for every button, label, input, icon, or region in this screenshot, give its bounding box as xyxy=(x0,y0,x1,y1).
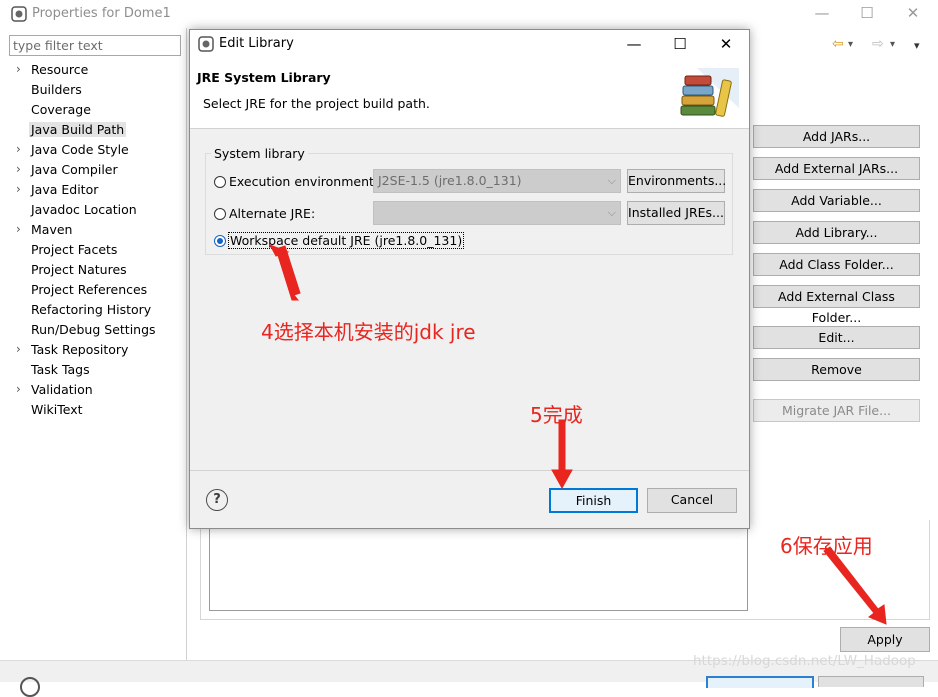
add-class-folder-button[interactable]: Add Class Folder... xyxy=(753,253,920,276)
workspace-default-jre-label[interactable]: Workspace default JRE (jre1.8.0_131) xyxy=(228,232,465,249)
environments-button[interactable]: Environments... xyxy=(627,169,726,193)
annotation-step5: 5完成 xyxy=(530,403,583,427)
nav-item-refactoring-history[interactable]: Refactoring History xyxy=(0,300,186,320)
history-nav: ⇦ ▾ ⇨ ▾ ▾ xyxy=(828,36,928,56)
dialog-header: JRE System Library Select JRE for the pr… xyxy=(190,58,749,129)
nav-item-project-natures[interactable]: Project Natures xyxy=(0,260,186,280)
nav-item-java-code-style[interactable]: › Java Code Style xyxy=(0,140,186,160)
nav-item-resource[interactable]: › Resource xyxy=(0,60,186,80)
system-library-label: System library xyxy=(211,146,308,161)
expand-arrow-icon[interactable]: › xyxy=(16,382,21,396)
sash-divider[interactable] xyxy=(186,28,187,660)
edit-library-dialog: Edit Library — ☐ ✕ JRE System Library Se… xyxy=(189,29,750,529)
execution-environment-combo[interactable]: J2SE-1.5 (jre1.8.0_131) ⌵ xyxy=(373,169,621,193)
dialog-close-button[interactable]: ✕ xyxy=(711,33,741,55)
nav-item-wikitext[interactable]: WikiText xyxy=(0,400,186,420)
back-arrow-icon[interactable]: ⇦ xyxy=(832,36,844,52)
execution-environment-radio[interactable] xyxy=(214,176,226,188)
nav-item-java-editor[interactable]: › Java Editor xyxy=(0,180,186,200)
libraries-list[interactable] xyxy=(209,528,748,611)
view-menu-icon[interactable]: ▾ xyxy=(914,39,920,52)
add-external-class-folder-button[interactable]: Add External Class Folder... xyxy=(753,285,920,325)
expand-arrow-icon[interactable]: › xyxy=(16,222,21,236)
nav-item-task-tags[interactable]: Task Tags xyxy=(0,360,186,380)
close-button[interactable]: ✕ xyxy=(899,2,927,24)
alternate-jre-label[interactable]: Alternate JRE: xyxy=(229,206,315,221)
app-icon xyxy=(11,6,27,22)
dialog-heading: JRE System Library xyxy=(197,70,331,85)
nav-item-maven[interactable]: › Maven xyxy=(0,220,186,240)
window-title: Properties for Dome1 xyxy=(32,6,171,21)
library-books-icon xyxy=(680,68,739,117)
alternate-jre-radio[interactable] xyxy=(214,208,226,220)
forward-arrow-icon[interactable]: ⇨ xyxy=(872,36,884,52)
add-library-button[interactable]: Add Library... xyxy=(753,221,920,244)
dialog-minimize-button[interactable]: — xyxy=(619,33,649,55)
back-menu-icon[interactable]: ▾ xyxy=(848,39,853,50)
expand-arrow-icon[interactable]: › xyxy=(16,142,21,156)
workspace-default-jre-radio[interactable] xyxy=(214,235,226,247)
minimize-button[interactable]: — xyxy=(808,2,836,24)
nav-item-java-build-path[interactable]: Java Build Path xyxy=(0,120,186,140)
expand-arrow-icon[interactable]: › xyxy=(16,342,21,356)
dialog-app-icon xyxy=(198,36,214,52)
remove-button[interactable]: Remove xyxy=(753,358,920,381)
dialog-description: Select JRE for the project build path. xyxy=(203,96,430,111)
filter-input[interactable] xyxy=(9,35,181,56)
add-external-jars-button[interactable]: Add External JARs... xyxy=(753,157,920,180)
cancel-button[interactable]: Cancel xyxy=(647,488,737,513)
annotation-step4: 4选择本机安装的jdk jre xyxy=(261,320,476,344)
dialog-titlebar: Edit Library — ☐ ✕ xyxy=(190,30,749,58)
expand-arrow-icon[interactable]: › xyxy=(16,162,21,176)
help-icon[interactable]: ? xyxy=(206,489,228,511)
nav-item-javadoc-location[interactable]: Javadoc Location xyxy=(0,200,186,220)
execution-environment-label[interactable]: Execution environment: xyxy=(229,174,378,189)
nav-item-project-references[interactable]: Project References xyxy=(0,280,186,300)
apply-and-close-button[interactable] xyxy=(706,676,814,688)
dialog-maximize-button[interactable]: ☐ xyxy=(665,33,695,55)
apply-button[interactable]: Apply xyxy=(840,627,930,652)
alternate-jre-combo[interactable]: ⌵ xyxy=(373,201,621,225)
expand-arrow-icon[interactable]: › xyxy=(16,62,21,76)
nav-item-run-debug-settings[interactable]: Run/Debug Settings xyxy=(0,320,186,340)
nav-item-validation[interactable]: › Validation xyxy=(0,380,186,400)
maximize-button[interactable]: ☐ xyxy=(853,2,881,24)
installed-jres-button[interactable]: Installed JREs... xyxy=(627,201,725,225)
help-icon[interactable] xyxy=(20,677,40,697)
properties-titlebar: Properties for Dome1 — ☐ ✕ xyxy=(0,0,938,28)
nav-item-task-repository[interactable]: › Task Repository xyxy=(0,340,186,360)
expand-arrow-icon[interactable]: › xyxy=(16,182,21,196)
finish-button[interactable]: Finish xyxy=(549,488,638,513)
nav-item-builders[interactable]: Builders xyxy=(0,80,186,100)
nav-item-java-compiler[interactable]: › Java Compiler xyxy=(0,160,186,180)
migrate-jar-button[interactable]: Migrate JAR File... xyxy=(753,399,920,422)
chevron-down-icon: ⌵ xyxy=(607,174,616,187)
edit-button[interactable]: Edit... xyxy=(753,326,920,349)
annotation-step6: 6保存应用 xyxy=(780,534,873,558)
add-jars-button[interactable]: Add JARs... xyxy=(753,125,920,148)
nav-item-project-facets[interactable]: Project Facets xyxy=(0,240,186,260)
execution-environment-value: J2SE-1.5 (jre1.8.0_131) xyxy=(378,173,522,188)
watermark: https://blog.csdn.net/LW_Hadoop xyxy=(693,653,916,669)
nav-item-coverage[interactable]: Coverage xyxy=(0,100,186,120)
forward-menu-icon[interactable]: ▾ xyxy=(890,39,895,50)
cancel-button[interactable] xyxy=(818,676,924,687)
dialog-title: Edit Library xyxy=(219,36,294,51)
add-variable-button[interactable]: Add Variable... xyxy=(753,189,920,212)
chevron-down-icon: ⌵ xyxy=(607,206,616,219)
dialog-separator xyxy=(190,470,749,471)
